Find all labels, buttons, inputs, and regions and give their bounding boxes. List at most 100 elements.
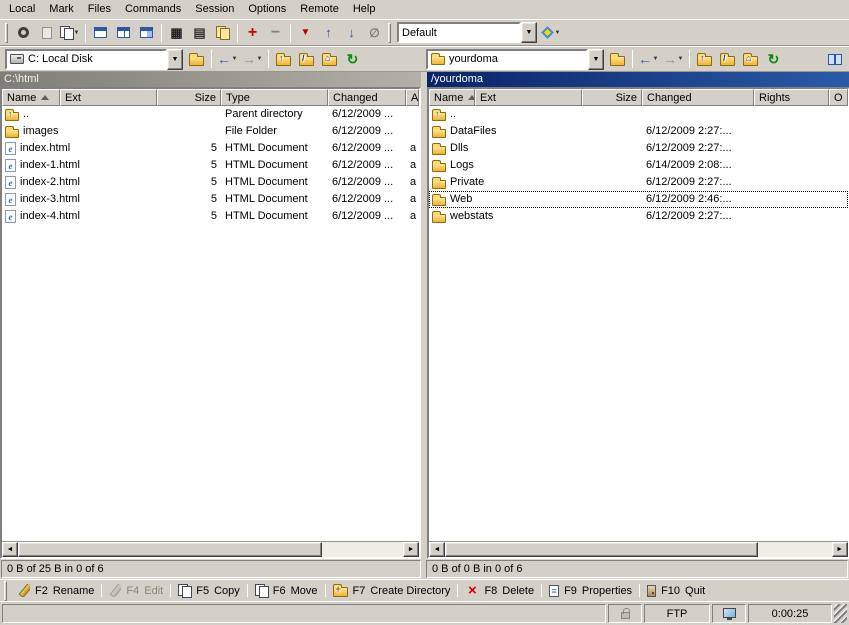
column-header-name[interactable]: Name [429, 89, 475, 106]
open-directory-button[interactable] [185, 48, 208, 70]
folder-icon [432, 197, 446, 206]
explorer-layout-button[interactable] [89, 22, 112, 44]
open-directory-button[interactable] [606, 48, 629, 70]
remote-file-list[interactable]: ↑..DataFiles6/12/2009 2:27:...Dlls6/12/2… [429, 106, 848, 541]
directory-row[interactable]: Web6/12/2009 2:46:... [429, 191, 848, 208]
toolbar-grip[interactable] [5, 23, 8, 43]
duplicate-session-button[interactable] [58, 22, 82, 44]
scroll-track[interactable] [445, 542, 832, 557]
new-session-icon [541, 26, 554, 39]
type-cell: HTML Document [221, 208, 328, 225]
scroll-left-button[interactable] [2, 542, 18, 557]
changed-cell: 6/12/2009 ... [328, 140, 406, 157]
menu-session[interactable]: Session [188, 0, 241, 19]
menu-files[interactable]: Files [81, 0, 118, 19]
parent-directory-button[interactable]: ↑ [693, 48, 716, 70]
directory-row[interactable]: imagesFile Folder6/12/2009 ... [2, 123, 419, 140]
directory-row[interactable]: ↑..Parent directory6/12/2009 ... [2, 106, 419, 123]
root-directory-button[interactable]: / [716, 48, 739, 70]
session-combo-field[interactable]: Default [397, 22, 521, 43]
column-header-ext[interactable]: Ext [475, 89, 582, 106]
toolbar-grip[interactable] [388, 23, 391, 43]
directory-row[interactable]: ↑.. [429, 106, 848, 123]
f-key-rename-button[interactable]: F2Rename [11, 581, 101, 601]
directory-row[interactable]: webstats6/12/2009 2:27:... [429, 208, 848, 225]
directory-row[interactable]: Private6/12/2009 2:27:... [429, 174, 848, 191]
file-row[interactable]: index-1.html5HTML Document6/12/2009 ...a [2, 157, 419, 174]
refresh-button[interactable]: ↻ [341, 48, 364, 70]
menu-options[interactable]: Options [241, 0, 293, 19]
column-header-a[interactable]: A [406, 89, 419, 106]
menu-mark[interactable]: Mark [42, 0, 80, 19]
remote-horizontal-scrollbar[interactable] [429, 541, 848, 557]
file-row[interactable]: index-2.html5HTML Document6/12/2009 ...a [2, 174, 419, 191]
attr-cell: a [406, 174, 419, 191]
scroll-thumb[interactable] [445, 542, 758, 557]
transfer-settings-button[interactable]: ▤ [188, 22, 211, 44]
f-key-properties-button[interactable]: F9Properties [542, 581, 639, 601]
menu-help[interactable]: Help [346, 0, 383, 19]
download-filter-button[interactable]: ▼ [294, 22, 317, 44]
column-header-size[interactable]: Size [582, 89, 642, 106]
column-header-o[interactable]: O [829, 89, 848, 106]
session-combo-dropdown-button[interactable] [521, 22, 537, 43]
commander-layout-button[interactable] [112, 22, 135, 44]
console-button[interactable]: ▦ [165, 22, 188, 44]
queue-button[interactable] [211, 22, 234, 44]
root-directory-button[interactable]: / [295, 48, 318, 70]
column-header-changed[interactable]: Changed [328, 89, 406, 106]
refresh-button[interactable]: ↻ [762, 48, 785, 70]
scroll-right-button[interactable] [403, 542, 419, 557]
directory-row[interactable]: Dlls6/12/2009 2:27:... [429, 140, 848, 157]
move-up-button[interactable]: ↑ [317, 22, 340, 44]
directory-row[interactable]: DataFiles6/12/2009 2:27:... [429, 123, 848, 140]
f-key-quit-button[interactable]: F10Quit [640, 581, 712, 601]
column-header-rights[interactable]: Rights [754, 89, 829, 106]
move-down-icon: ↓ [345, 26, 359, 40]
swap-panels-button[interactable] [135, 22, 158, 44]
f-key-copy-button[interactable]: F5Copy [171, 581, 247, 601]
sync-browsing-button[interactable] [823, 48, 846, 70]
parent-directory-button[interactable]: ↑ [272, 48, 295, 70]
dropdown-chevron-icon [73, 30, 80, 36]
scroll-left-button[interactable] [429, 542, 445, 557]
new-session-button[interactable] [539, 22, 563, 44]
back-button[interactable]: ← [636, 48, 661, 70]
back-button[interactable]: ← [215, 48, 240, 70]
remote-directory-combo-dropdown-button[interactable] [588, 49, 604, 70]
column-header-name[interactable]: Name [2, 89, 60, 106]
scroll-right-button[interactable] [832, 542, 848, 557]
directory-row[interactable]: Logs6/14/2009 2:08:... [429, 157, 848, 174]
menu-remote[interactable]: Remote [293, 0, 346, 19]
home-directory-button[interactable]: ⌂ [739, 48, 762, 70]
column-header-ext[interactable]: Ext [60, 89, 157, 106]
f-key-delete-button[interactable]: ×F8Delete [458, 581, 541, 601]
f-key-create-directory-button[interactable]: +F7Create Directory [326, 581, 458, 601]
toolbar-grip[interactable] [4, 581, 7, 601]
file-row[interactable]: index-3.html5HTML Document6/12/2009 ...a [2, 191, 419, 208]
scroll-thumb[interactable] [18, 542, 322, 557]
add-session-button[interactable]: + [241, 22, 264, 44]
home-directory-button[interactable]: ⌂ [318, 48, 341, 70]
menu-local[interactable]: Local [2, 0, 42, 19]
move-down-button[interactable]: ↓ [340, 22, 363, 44]
column-header-type[interactable]: Type [221, 89, 328, 106]
remote-directory-combo-field[interactable]: yourdoma [426, 49, 588, 70]
preferences-button[interactable] [12, 22, 35, 44]
scroll-track[interactable] [18, 542, 403, 557]
file-row[interactable]: index.html5HTML Document6/12/2009 ...a [2, 140, 419, 157]
dropdown-chevron-icon [652, 56, 659, 62]
file-row[interactable]: index-4.html5HTML Document6/12/2009 ...a [2, 208, 419, 225]
local-horizontal-scrollbar[interactable] [2, 541, 419, 557]
f-key-move-button[interactable]: F6Move [248, 581, 325, 601]
dropdown-chevron-icon [231, 56, 238, 62]
menu-commands[interactable]: Commands [118, 0, 188, 19]
column-header-size[interactable]: Size [157, 89, 221, 106]
file-panels: C:\html NameExtSizeTypeChangedA ↑..Paren… [0, 72, 849, 559]
local-file-list[interactable]: ↑..Parent directory6/12/2009 ...imagesFi… [2, 106, 419, 541]
name-cell: index-1.html [2, 157, 157, 174]
local-drive-combo-field[interactable]: C: Local Disk [5, 49, 167, 70]
local-drive-combo-dropdown-button[interactable] [167, 49, 183, 70]
resize-grip[interactable] [834, 604, 847, 623]
column-header-changed[interactable]: Changed [642, 89, 754, 106]
